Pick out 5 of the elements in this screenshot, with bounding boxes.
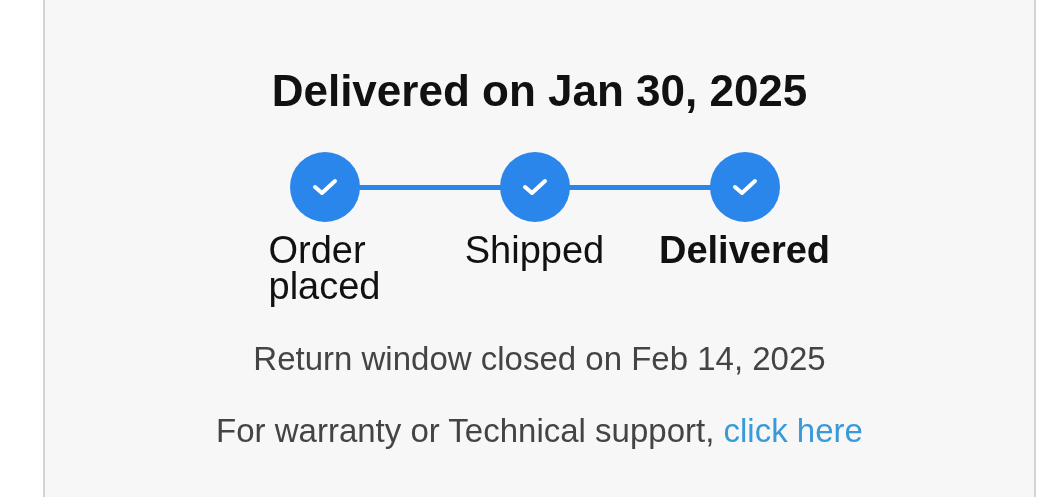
delivery-title: Delivered on Jan 30, 2025: [271, 66, 808, 116]
support-text: For warranty or Technical support, click here: [216, 412, 863, 450]
step-label: Delivered: [658, 232, 831, 268]
support-link[interactable]: click here: [723, 412, 863, 449]
return-note: Return window closed on Feb 14, 2025: [253, 340, 826, 378]
